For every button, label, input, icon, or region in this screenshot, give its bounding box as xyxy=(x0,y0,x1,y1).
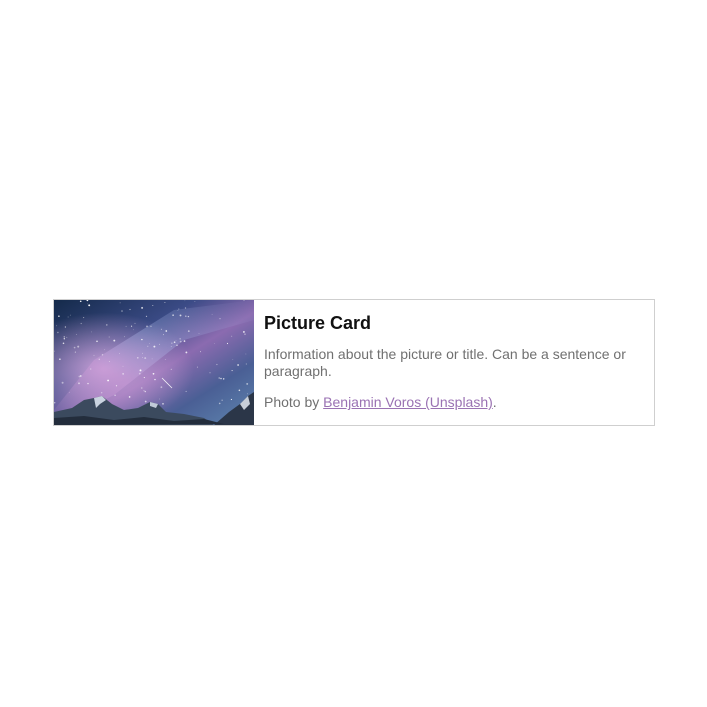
card-title: Picture Card xyxy=(264,313,372,333)
photo-credit-suffix: . xyxy=(492,394,497,410)
photo-credit: Photo by Benjamin Voros (Unsplash). xyxy=(264,394,644,411)
picture-card: Picture Card Information about the pictu… xyxy=(53,299,655,426)
photographer-link[interactable]: Benjamin Voros (Unsplash) xyxy=(323,394,493,410)
card-body: Picture Card Information about the pictu… xyxy=(254,300,654,425)
night-sky-mountains-image xyxy=(54,300,254,425)
photo-credit-prefix: Photo by xyxy=(264,394,324,410)
card-description: Information about the picture or title. … xyxy=(264,346,626,379)
